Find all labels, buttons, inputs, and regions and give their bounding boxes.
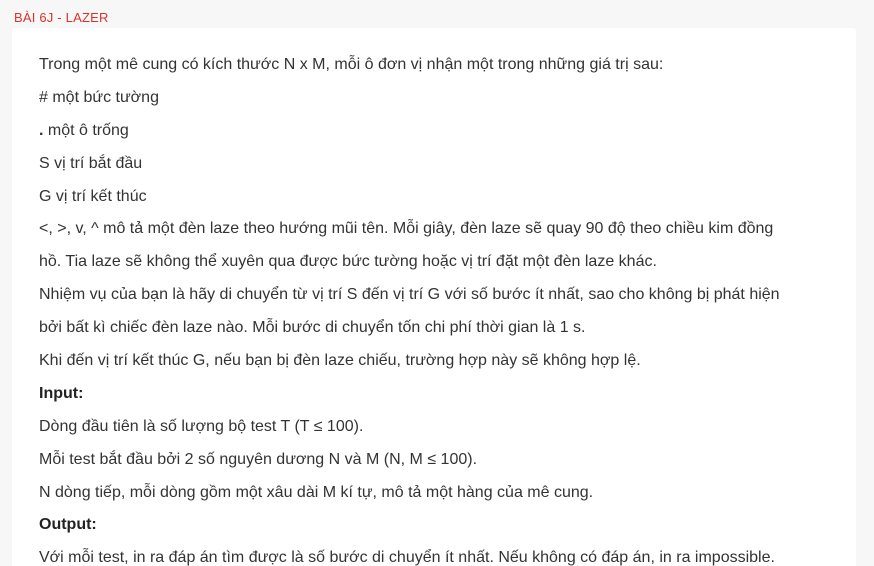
legend-goal: G vị trí kết thúc: [39, 187, 147, 205]
input-line-3: N dòng tiếp, mỗi dòng gồm một xâu dài M …: [39, 483, 594, 501]
statement-intro: Trong một mê cung có kích thước N x M, m…: [39, 56, 664, 73]
problem-statement: Trong một mê cung có kích thước N x M, m…: [39, 49, 856, 566]
problem-title: BÀI 6J - LAZER: [14, 10, 109, 25]
output-heading: Output:: [39, 516, 97, 534]
legend-empty-text: một ô trống: [43, 121, 129, 139]
task-line-3: Khi đến vị trí kết thúc G, nếu bạn bị đè…: [39, 352, 641, 370]
legend-laser-line-2: hồ. Tia laze sẽ không thể xuyên qua được…: [39, 253, 657, 271]
input-line-2: Mỗi test bắt đầu bởi 2 số nguyên dương N…: [39, 450, 478, 468]
legend-laser-line-1: <, >, v, ^ mô tả một đèn laze theo hướng…: [39, 220, 774, 238]
input-heading: Input:: [39, 384, 84, 402]
output-line-1: Với mỗi test, in ra đáp án tìm được là s…: [39, 549, 775, 566]
legend-empty: . một ô trống: [39, 115, 856, 148]
legend-start: S vị trí bắt đầu: [39, 154, 143, 172]
task-line-1: Nhiệm vụ của bạn là hãy di chuyển từ vị …: [39, 286, 780, 304]
problem-statement-card: Trong một mê cung có kích thước N x M, m…: [12, 28, 856, 566]
legend-wall: # một bức tường: [39, 88, 159, 106]
page: BÀI 6J - LAZER Trong một mê cung có kích…: [0, 0, 874, 566]
input-line-1: Dòng đầu tiên là số lượng bộ test T (T ≤…: [39, 417, 364, 435]
task-line-2: bởi bất kì chiếc đèn laze nào. Mỗi bước …: [39, 319, 586, 337]
